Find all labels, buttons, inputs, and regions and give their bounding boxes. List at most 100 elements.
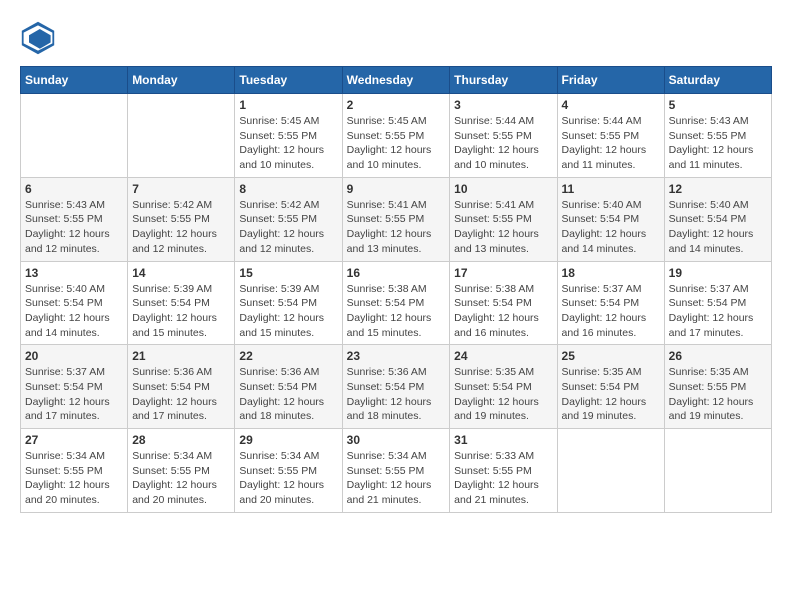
day-info: Sunrise: 5:34 AM Sunset: 5:55 PM Dayligh… (239, 449, 337, 508)
week-row-1: 1Sunrise: 5:45 AM Sunset: 5:55 PM Daylig… (21, 94, 772, 178)
day-info: Sunrise: 5:37 AM Sunset: 5:54 PM Dayligh… (25, 365, 123, 424)
calendar-cell: 2Sunrise: 5:45 AM Sunset: 5:55 PM Daylig… (342, 94, 450, 178)
day-info: Sunrise: 5:34 AM Sunset: 5:55 PM Dayligh… (132, 449, 230, 508)
calendar-cell: 3 Sunrise: 5:44 AM Sunset: 5:55 PM Daylig… (450, 94, 557, 178)
week-row-3: 13 Sunrise: 5:40 AM Sunset: 5:54 PM Dayli… (21, 261, 772, 345)
day-info: Sunrise: 5:38 AM Sunset: 5:54 PM Dayligh… (347, 282, 446, 341)
calendar-cell (21, 94, 128, 178)
day-info: Sunrise: 5:44 AM Sunset: 5:55 PM Dayligh… (454, 114, 552, 173)
calendar-cell: 25 Sunrise: 5:35 AM Sunset: 5:54 PM Dayli… (557, 345, 664, 429)
day-info: Sunrise: 5:41 AM Sunset: 5:55 PM Dayligh… (347, 198, 446, 257)
day-number: 10 (454, 182, 552, 196)
day-number: 4 (562, 98, 660, 112)
calendar-header: SundayMondayTuesdayWednesdayThursdayFrid… (21, 67, 772, 94)
day-info: Sunrise: 5:43 AM Sunset: 5:55 PM Dayligh… (669, 114, 767, 173)
calendar-cell: 10 Sunrise: 5:41 AM Sunset: 5:55 PM Dayli… (450, 177, 557, 261)
calendar-cell: 28 Sunrise: 5:34 AM Sunset: 5:55 PM Dayli… (128, 429, 235, 513)
day-number: 18 (562, 266, 660, 280)
day-info: Sunrise: 5:36 AM Sunset: 5:54 PM Dayligh… (347, 365, 446, 424)
day-number: 15 (239, 266, 337, 280)
calendar-cell: 26Sunrise: 5:35 AM Sunset: 5:55 PM Dayli… (664, 345, 771, 429)
day-info: Sunrise: 5:36 AM Sunset: 5:54 PM Dayligh… (132, 365, 230, 424)
calendar-cell: 13 Sunrise: 5:40 AM Sunset: 5:54 PM Dayli… (21, 261, 128, 345)
day-info: Sunrise: 5:40 AM Sunset: 5:54 PM Dayligh… (562, 198, 660, 257)
day-number: 3 (454, 98, 552, 112)
calendar-cell: 7Sunrise: 5:42 AM Sunset: 5:55 PM Daylig… (128, 177, 235, 261)
day-info: Sunrise: 5:37 AM Sunset: 5:54 PM Dayligh… (669, 282, 767, 341)
calendar-cell: 20Sunrise: 5:37 AM Sunset: 5:54 PM Dayli… (21, 345, 128, 429)
day-number: 1 (239, 98, 337, 112)
day-info: Sunrise: 5:42 AM Sunset: 5:55 PM Dayligh… (132, 198, 230, 257)
calendar-cell: 9Sunrise: 5:41 AM Sunset: 5:55 PM Daylig… (342, 177, 450, 261)
calendar-table: SundayMondayTuesdayWednesdayThursdayFrid… (20, 66, 772, 513)
week-row-2: 6Sunrise: 5:43 AM Sunset: 5:55 PM Daylig… (21, 177, 772, 261)
day-number: 12 (669, 182, 767, 196)
header-day-monday: Monday (128, 67, 235, 94)
week-row-4: 20Sunrise: 5:37 AM Sunset: 5:54 PM Dayli… (21, 345, 772, 429)
calendar-cell: 24Sunrise: 5:35 AM Sunset: 5:54 PM Dayli… (450, 345, 557, 429)
day-number: 24 (454, 349, 552, 363)
day-number: 5 (669, 98, 767, 112)
day-info: Sunrise: 5:35 AM Sunset: 5:54 PM Dayligh… (562, 365, 660, 424)
calendar-body: 1Sunrise: 5:45 AM Sunset: 5:55 PM Daylig… (21, 94, 772, 513)
day-number: 22 (239, 349, 337, 363)
day-number: 16 (347, 266, 446, 280)
calendar-cell: 12 Sunrise: 5:40 AM Sunset: 5:54 PM Dayli… (664, 177, 771, 261)
day-info: Sunrise: 5:40 AM Sunset: 5:54 PM Dayligh… (669, 198, 767, 257)
day-number: 28 (132, 433, 230, 447)
calendar-cell: 14 Sunrise: 5:39 AM Sunset: 5:54 PM Dayli… (128, 261, 235, 345)
calendar-cell (664, 429, 771, 513)
calendar-cell (128, 94, 235, 178)
calendar-cell: 31 Sunrise: 5:33 AM Sunset: 5:55 PM Dayli… (450, 429, 557, 513)
calendar-cell (557, 429, 664, 513)
day-info: Sunrise: 5:34 AM Sunset: 5:55 PM Dayligh… (25, 449, 123, 508)
calendar-cell: 17 Sunrise: 5:38 AM Sunset: 5:54 PM Dayli… (450, 261, 557, 345)
calendar-cell: 23 Sunrise: 5:36 AM Sunset: 5:54 PM Dayli… (342, 345, 450, 429)
day-info: Sunrise: 5:44 AM Sunset: 5:55 PM Dayligh… (562, 114, 660, 173)
day-info: Sunrise: 5:36 AM Sunset: 5:54 PM Dayligh… (239, 365, 337, 424)
logo-icon (20, 20, 56, 56)
day-number: 23 (347, 349, 446, 363)
day-number: 27 (25, 433, 123, 447)
day-number: 2 (347, 98, 446, 112)
day-info: Sunrise: 5:33 AM Sunset: 5:55 PM Dayligh… (454, 449, 552, 508)
day-number: 14 (132, 266, 230, 280)
day-number: 30 (347, 433, 446, 447)
day-number: 13 (25, 266, 123, 280)
calendar-cell: 29 Sunrise: 5:34 AM Sunset: 5:55 PM Dayli… (235, 429, 342, 513)
header-day-sunday: Sunday (21, 67, 128, 94)
calendar-cell: 1Sunrise: 5:45 AM Sunset: 5:55 PM Daylig… (235, 94, 342, 178)
header-day-wednesday: Wednesday (342, 67, 450, 94)
day-number: 31 (454, 433, 552, 447)
logo (20, 20, 60, 56)
calendar-cell: 15 Sunrise: 5:39 AM Sunset: 5:54 PM Dayli… (235, 261, 342, 345)
calendar-cell: 19Sunrise: 5:37 AM Sunset: 5:54 PM Dayli… (664, 261, 771, 345)
day-info: Sunrise: 5:34 AM Sunset: 5:55 PM Dayligh… (347, 449, 446, 508)
calendar-cell: 4 Sunrise: 5:44 AM Sunset: 5:55 PM Daylig… (557, 94, 664, 178)
day-number: 25 (562, 349, 660, 363)
calendar-cell: 30 Sunrise: 5:34 AM Sunset: 5:55 PM Dayli… (342, 429, 450, 513)
day-info: Sunrise: 5:39 AM Sunset: 5:54 PM Dayligh… (239, 282, 337, 341)
day-info: Sunrise: 5:42 AM Sunset: 5:55 PM Dayligh… (239, 198, 337, 257)
header-day-saturday: Saturday (664, 67, 771, 94)
day-info: Sunrise: 5:37 AM Sunset: 5:54 PM Dayligh… (562, 282, 660, 341)
calendar-cell: 6Sunrise: 5:43 AM Sunset: 5:55 PM Daylig… (21, 177, 128, 261)
day-info: Sunrise: 5:41 AM Sunset: 5:55 PM Dayligh… (454, 198, 552, 257)
day-number: 17 (454, 266, 552, 280)
header-day-friday: Friday (557, 67, 664, 94)
header-day-tuesday: Tuesday (235, 67, 342, 94)
calendar-cell: 22 Sunrise: 5:36 AM Sunset: 5:54 PM Dayli… (235, 345, 342, 429)
day-number: 29 (239, 433, 337, 447)
calendar-cell: 11 Sunrise: 5:40 AM Sunset: 5:54 PM Dayli… (557, 177, 664, 261)
day-number: 8 (239, 182, 337, 196)
day-number: 6 (25, 182, 123, 196)
calendar-cell: 5 Sunrise: 5:43 AM Sunset: 5:55 PM Daylig… (664, 94, 771, 178)
week-row-5: 27 Sunrise: 5:34 AM Sunset: 5:55 PM Dayli… (21, 429, 772, 513)
header-day-thursday: Thursday (450, 67, 557, 94)
day-info: Sunrise: 5:39 AM Sunset: 5:54 PM Dayligh… (132, 282, 230, 341)
day-number: 11 (562, 182, 660, 196)
day-info: Sunrise: 5:38 AM Sunset: 5:54 PM Dayligh… (454, 282, 552, 341)
day-number: 26 (669, 349, 767, 363)
calendar-cell: 16 Sunrise: 5:38 AM Sunset: 5:54 PM Dayli… (342, 261, 450, 345)
day-info: Sunrise: 5:40 AM Sunset: 5:54 PM Dayligh… (25, 282, 123, 341)
